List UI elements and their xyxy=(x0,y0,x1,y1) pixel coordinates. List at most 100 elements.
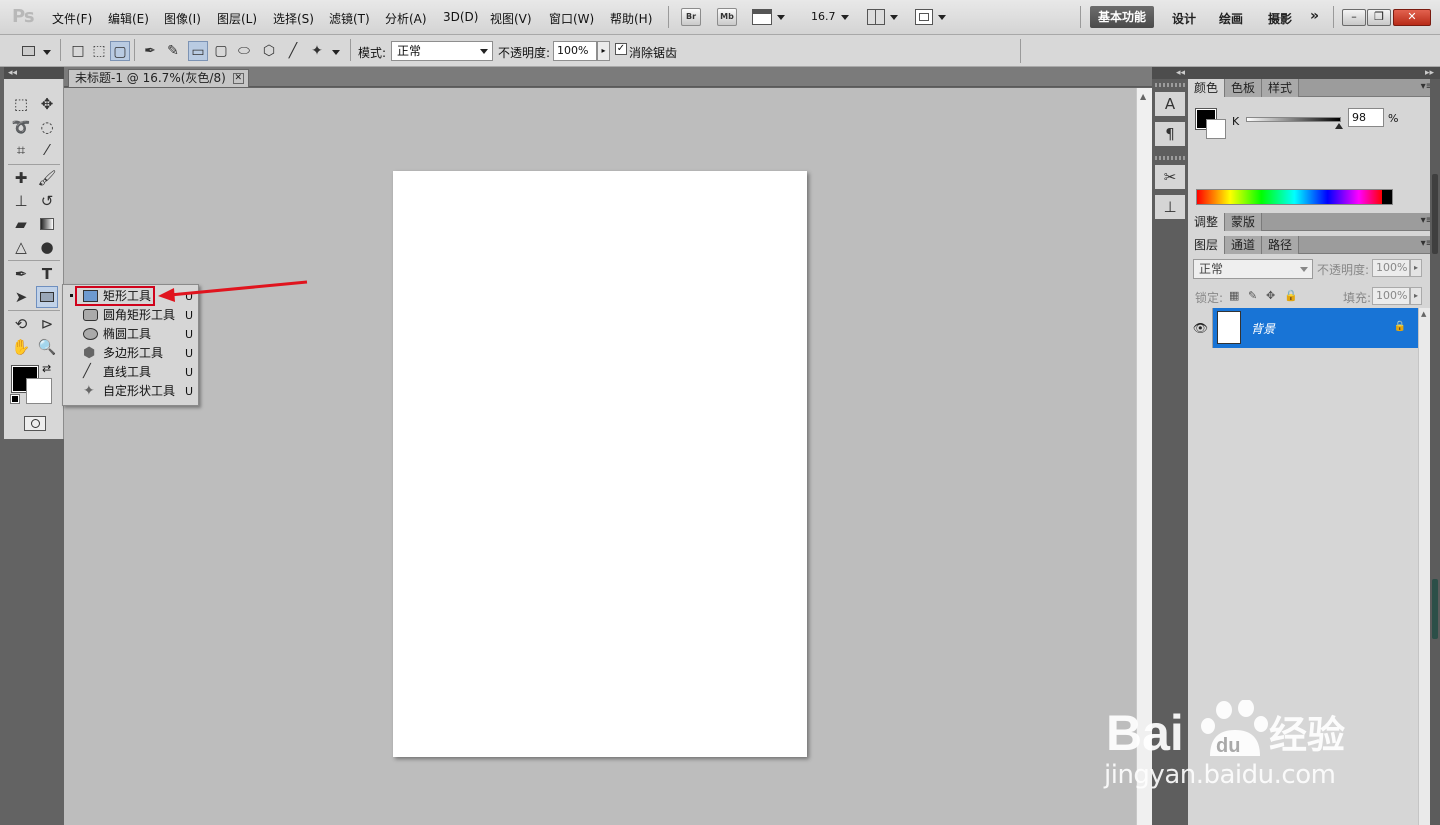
pen-tool-icon[interactable]: ✒ xyxy=(10,263,32,285)
mini-bridge-button[interactable]: Mb xyxy=(717,8,737,26)
chevron-down-icon[interactable] xyxy=(777,15,785,20)
antialias-checkbox[interactable]: ✓ xyxy=(615,43,627,55)
custom-shape-icon[interactable]: ✦ xyxy=(307,41,327,61)
panel-grip[interactable] xyxy=(1155,83,1185,87)
minimize-button[interactable]: – xyxy=(1342,9,1366,26)
minipanel-collapse-bar[interactable]: ◂◂ xyxy=(1152,67,1188,79)
crop-tool-icon[interactable]: ⌗ xyxy=(10,139,32,161)
background-color-swatch[interactable] xyxy=(26,378,52,404)
shape-layers-icon[interactable]: □ xyxy=(68,41,88,61)
menu-select[interactable]: 选择(S) xyxy=(273,10,314,27)
dodge-tool-icon[interactable]: ● xyxy=(36,236,58,258)
lasso-tool-icon[interactable]: ➰ xyxy=(10,116,32,138)
tab-styles[interactable]: 样式 xyxy=(1262,79,1300,97)
color-background-swatch[interactable] xyxy=(1206,119,1226,139)
eyedropper-tool-icon[interactable]: ⁄ xyxy=(36,139,58,161)
hand-tool-icon[interactable]: ✋ xyxy=(10,336,32,358)
rectangle-shape-icon[interactable]: ▭ xyxy=(188,41,208,61)
flyout-item-polygon[interactable]: ⬢ 多边形工具 U xyxy=(79,344,197,363)
line-icon[interactable]: ╱ xyxy=(283,41,303,61)
3d-rotate-tool-icon[interactable]: ⟲ xyxy=(10,313,32,335)
flyout-item-custom-shape[interactable]: ✦ 自定形状工具 U xyxy=(79,382,197,401)
scroll-up-icon[interactable]: ▲ xyxy=(1140,92,1146,101)
tool-presets-icon[interactable]: ✂ xyxy=(1155,165,1185,189)
zoom-tool-icon[interactable]: 🔍 xyxy=(36,336,58,358)
document-canvas[interactable] xyxy=(393,171,807,757)
mode-select[interactable]: 正常 xyxy=(391,41,493,61)
healing-brush-tool-icon[interactable]: ✚ xyxy=(10,167,32,189)
screen-mode-icon[interactable] xyxy=(915,9,933,25)
freeform-pen-icon[interactable]: ✎ xyxy=(163,41,183,61)
opacity-input[interactable]: 100% xyxy=(553,41,597,61)
color-spectrum-ramp[interactable] xyxy=(1196,189,1393,205)
move-tool-icon[interactable]: ✥ xyxy=(36,93,58,115)
default-colors-icon[interactable] xyxy=(10,394,20,404)
tab-color[interactable]: 颜色 xyxy=(1188,79,1226,97)
lock-all-icon[interactable]: 🔒 xyxy=(1284,289,1298,302)
rounded-rectangle-icon[interactable]: ▢ xyxy=(211,41,231,61)
menu-filter[interactable]: 滤镜(T) xyxy=(329,10,370,27)
fill-input[interactable]: 100% xyxy=(1372,287,1410,305)
menu-view[interactable]: 视图(V) xyxy=(490,10,532,27)
lock-position-icon[interactable]: ✥ xyxy=(1266,289,1275,302)
chevron-down-icon[interactable] xyxy=(332,50,340,55)
menu-image[interactable]: 图像(I) xyxy=(164,10,201,27)
tab-swatches[interactable]: 色板 xyxy=(1225,79,1263,97)
panels-collapse-bar[interactable]: ▸▸ xyxy=(1188,67,1440,79)
menu-file[interactable]: 文件(F) xyxy=(52,10,92,27)
zoom-level[interactable]: 16.7 xyxy=(811,10,836,23)
ellipse-icon[interactable]: ⬭ xyxy=(234,41,254,61)
flyout-item-line[interactable]: ╱ 直线工具 U xyxy=(79,363,197,382)
flyout-item-rounded-rectangle[interactable]: 圆角矩形工具 U xyxy=(79,306,197,325)
clone-source-icon[interactable]: ⊥ xyxy=(1155,195,1185,219)
chevron-down-icon[interactable] xyxy=(890,15,898,20)
layers-scrollbar[interactable]: ▲ xyxy=(1418,308,1430,825)
blur-tool-icon[interactable]: △ xyxy=(10,236,32,258)
menu-edit[interactable]: 编辑(E) xyxy=(108,10,149,27)
chevron-down-icon[interactable] xyxy=(841,15,849,20)
tab-adjustments[interactable]: 调整 xyxy=(1188,213,1226,231)
view-extras-icon[interactable] xyxy=(752,9,772,25)
pen-icon[interactable]: ✒ xyxy=(140,41,160,61)
history-brush-tool-icon[interactable]: ↺ xyxy=(36,190,58,212)
workspace-photography[interactable]: 摄影 xyxy=(1268,10,1292,27)
panel-resize-handle[interactable] xyxy=(1432,174,1438,254)
menu-help[interactable]: 帮助(H) xyxy=(610,10,652,27)
k-slider[interactable] xyxy=(1246,117,1341,122)
bridge-button[interactable]: Br xyxy=(681,8,701,26)
marquee-tool-icon[interactable]: ⬚ xyxy=(10,93,32,115)
quick-mask-button[interactable] xyxy=(24,416,46,431)
chevron-down-icon[interactable] xyxy=(43,50,51,55)
character-panel-icon[interactable]: A xyxy=(1155,92,1185,116)
lock-image-icon[interactable]: ✎ xyxy=(1248,289,1257,302)
workspace-design[interactable]: 设计 xyxy=(1172,10,1196,27)
layer-opacity-input[interactable]: 100% xyxy=(1372,259,1410,277)
tool-preset-picker[interactable] xyxy=(18,41,38,61)
close-icon[interactable]: ✕ xyxy=(232,73,244,84)
slider-knob-icon[interactable] xyxy=(1335,123,1344,129)
lock-transparent-icon[interactable]: ▦ xyxy=(1229,289,1239,302)
3d-orbit-tool-icon[interactable]: ⊳ xyxy=(36,313,58,335)
panel-resize-handle[interactable] xyxy=(1432,579,1438,639)
tab-masks[interactable]: 蒙版 xyxy=(1225,213,1263,231)
type-tool-icon[interactable]: T xyxy=(36,263,58,285)
polygon-icon[interactable]: ⬡ xyxy=(259,41,279,61)
tab-layers[interactable]: 图层 xyxy=(1188,236,1226,254)
menu-layer[interactable]: 图层(L) xyxy=(217,10,257,27)
toolbar-collapse-bar[interactable]: ◂◂ xyxy=(4,67,64,79)
k-value-input[interactable]: 98 xyxy=(1348,108,1384,127)
workspace-essentials[interactable]: 基本功能 xyxy=(1090,6,1155,28)
clone-stamp-tool-icon[interactable]: ⊥ xyxy=(10,190,32,212)
eraser-tool-icon[interactable]: ▰ xyxy=(10,213,32,235)
arrange-documents-icon[interactable] xyxy=(867,9,885,25)
chevron-down-icon[interactable] xyxy=(938,15,946,20)
menu-analysis[interactable]: 分析(A) xyxy=(385,10,427,27)
workspace-painting[interactable]: 绘画 xyxy=(1219,10,1243,27)
paths-icon[interactable]: ⬚ xyxy=(89,41,109,61)
swap-colors-icon[interactable]: ⇄ xyxy=(42,362,51,375)
more-workspaces-button[interactable]: » xyxy=(1310,8,1319,24)
flyout-item-ellipse[interactable]: 椭圆工具 U xyxy=(79,325,197,344)
paragraph-panel-icon[interactable]: ¶ xyxy=(1155,122,1185,146)
document-tab[interactable]: 未标题-1 @ 16.7%(灰色/8) ✕ xyxy=(68,69,249,87)
layer-opacity-arrow[interactable]: ▸ xyxy=(1410,259,1422,277)
